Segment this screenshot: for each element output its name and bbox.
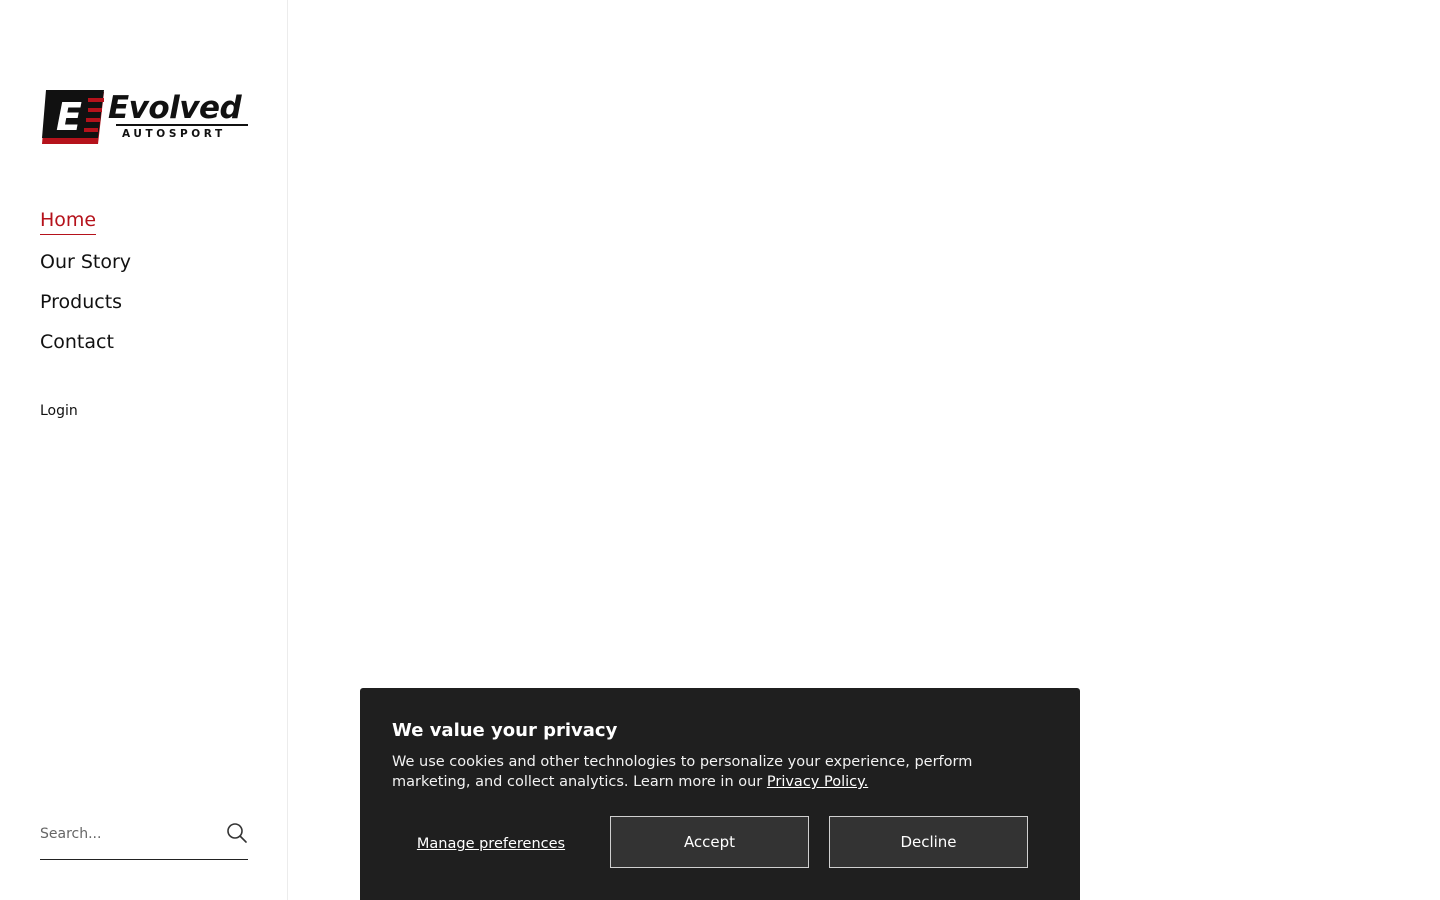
nav-link-home[interactable]: Home	[40, 207, 97, 235]
decline-button[interactable]: Decline	[829, 816, 1028, 868]
logo-mark-icon: E	[42, 90, 104, 144]
nav-link-products[interactable]: Products	[40, 287, 122, 317]
sidebar: E Evolved AUTOSPORT Home Our Story Produ…	[0, 0, 288, 900]
logo-tagline: AUTOSPORT	[122, 128, 226, 140]
nav-link-our-story[interactable]: Our Story	[40, 247, 131, 277]
consent-text: We use cookies and other technologies to…	[392, 754, 973, 790]
login-link[interactable]: Login	[40, 403, 78, 419]
privacy-policy-link[interactable]: Privacy Policy.	[767, 774, 868, 790]
consent-title: We value your privacy	[392, 720, 618, 741]
logo-divider	[116, 124, 248, 126]
accept-button[interactable]: Accept	[610, 816, 809, 868]
search-input[interactable]	[40, 822, 220, 846]
main-nav: Home Our Story Products Contact	[40, 207, 131, 367]
cookie-consent-banner: We value your privacy We use cookies and…	[360, 688, 1080, 900]
logo-wordmark: Evolved	[108, 90, 242, 126]
consent-body: We use cookies and other technologies to…	[392, 752, 1042, 792]
nav-item-contact: Contact	[40, 327, 131, 367]
nav-link-contact[interactable]: Contact	[40, 327, 114, 357]
brand-logo[interactable]: E Evolved AUTOSPORT	[40, 88, 250, 146]
nav-item-home: Home	[40, 207, 131, 247]
manage-preferences-button[interactable]: Manage preferences	[392, 824, 590, 864]
search-icon[interactable]	[226, 822, 248, 844]
nav-item-our-story: Our Story	[40, 247, 131, 287]
search-box	[40, 816, 248, 860]
logo-letter: E	[56, 95, 82, 139]
nav-item-products: Products	[40, 287, 131, 327]
